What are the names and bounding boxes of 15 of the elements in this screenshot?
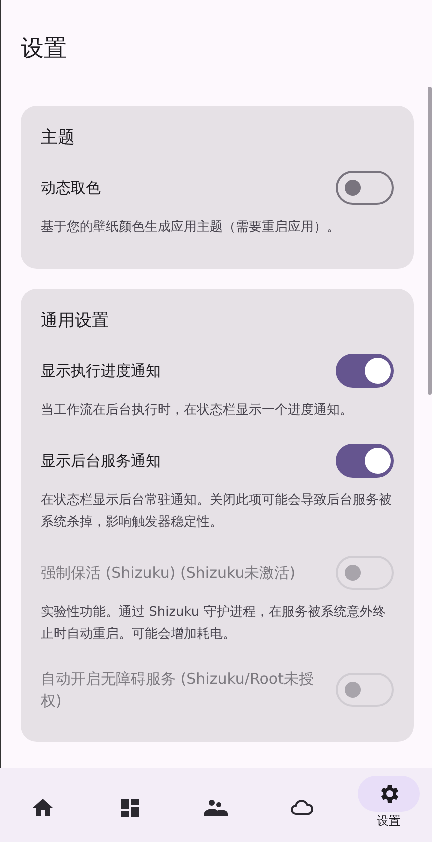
setting-label: 动态取色	[41, 178, 101, 199]
section-title: 通用设置	[41, 310, 110, 332]
setting-label: 显示执行进度通知	[41, 361, 161, 382]
page-title: 设置	[20, 35, 68, 64]
setting-description: 当工作流在后台执行时，在状态栏显示一个进度通知。	[41, 402, 354, 420]
setting-label: 自动开启无障碍服务 (Shizuku/Root未授权)	[41, 669, 315, 712]
setting-label: 显示后台服务通知	[41, 451, 161, 472]
setting-description: 实验性功能。通过 Shizuku 守护进程，在服务被系统意外终止时自动重启。可能会增加耗电。	[41, 604, 387, 644]
setting-description: 在状态栏显示后台常驻通知。关闭此项可能会导致后台服务被系统杀掉，影响触发器稳定性。	[41, 492, 393, 532]
section-title: 主题	[41, 127, 76, 149]
toggle-switch[interactable]	[336, 444, 394, 478]
setting-label: 强制保活 (Shizuku) (Shizuku未激活)	[41, 563, 296, 584]
toggle-switch[interactable]	[336, 171, 394, 205]
setting-description: 基于您的壁纸颜色生成应用主题（需要重启应用）。	[41, 219, 341, 237]
toggle-switch[interactable]	[336, 354, 394, 388]
